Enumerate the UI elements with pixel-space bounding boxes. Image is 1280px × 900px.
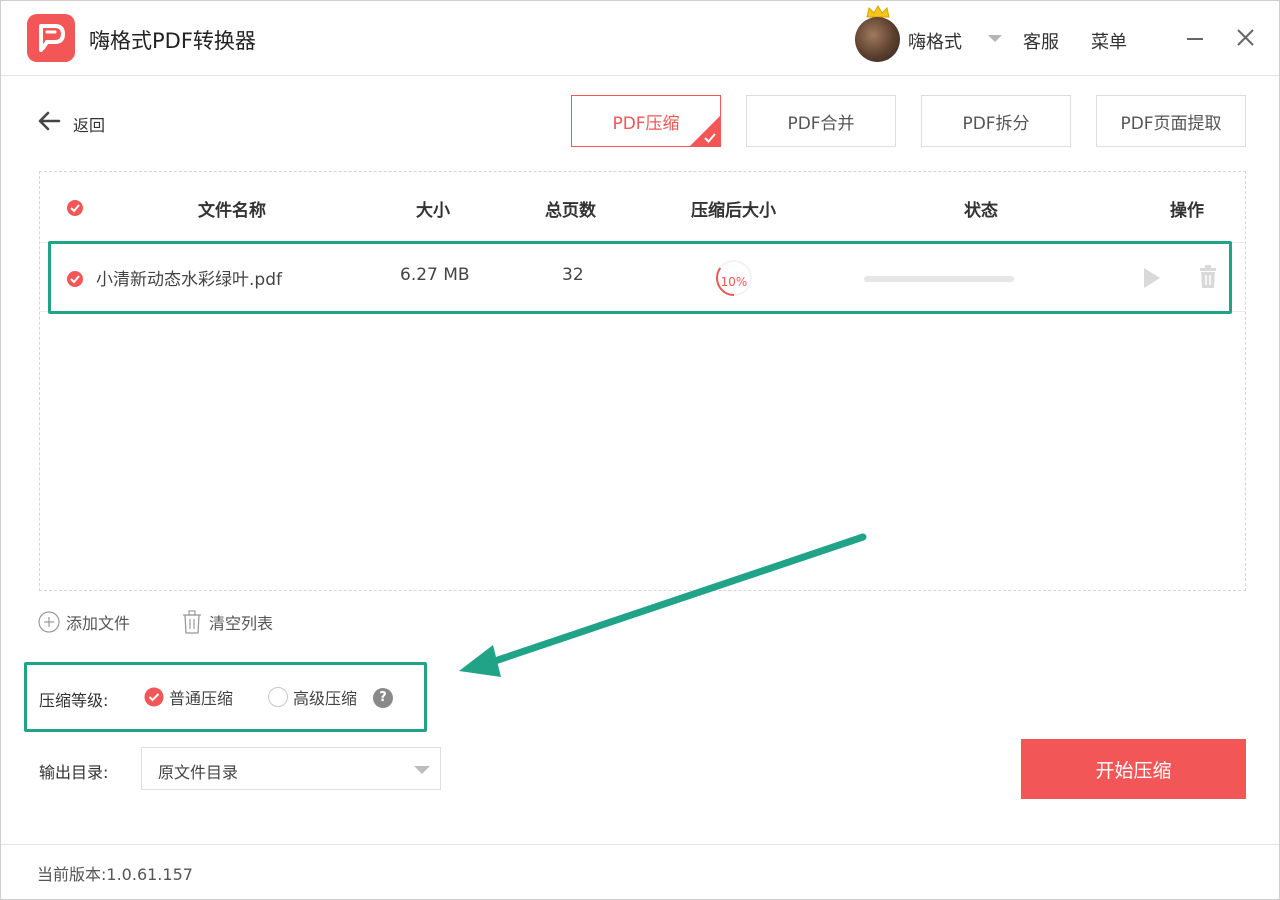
version-label: 当前版本: bbox=[37, 865, 107, 884]
add-file-label: 添加文件 bbox=[66, 614, 131, 633]
version-text: 当前版本:1.0.61.157 bbox=[37, 861, 193, 885]
column-header-actions: 操作 bbox=[1170, 201, 1204, 221]
tab-label: PDF压缩 bbox=[612, 113, 680, 134]
trash-outline-icon bbox=[183, 610, 201, 634]
back-label: 返回 bbox=[73, 116, 106, 135]
add-file-button[interactable]: 添加文件 bbox=[38, 609, 130, 635]
column-header-size: 大小 bbox=[416, 201, 450, 221]
output-dir-value: 原文件目录 bbox=[158, 763, 239, 782]
minimize-icon[interactable] bbox=[1181, 23, 1211, 53]
avatar[interactable] bbox=[855, 17, 900, 62]
title-bar: 嗨格式PDF转换器 嗨格式 客服 菜单 bbox=[1, 1, 1279, 76]
compression-highlight-box bbox=[24, 662, 427, 732]
column-header-filename: 文件名称 bbox=[198, 201, 266, 221]
version-number: 1.0.61.157 bbox=[106, 865, 193, 884]
close-icon[interactable] bbox=[1231, 23, 1261, 53]
tab-label: PDF合并 bbox=[787, 113, 855, 134]
start-compress-button[interactable]: 开始压缩 bbox=[1021, 739, 1246, 799]
footer: 当前版本:1.0.61.157 bbox=[1, 844, 1279, 900]
column-header-pages: 总页数 bbox=[545, 201, 596, 221]
clear-list-button[interactable]: 清空列表 bbox=[181, 609, 273, 635]
app-window: 嗨格式PDF转换器 嗨格式 客服 菜单 返回 PDF压缩 PDF合并 PDF拆分… bbox=[0, 0, 1280, 900]
add-circle-icon bbox=[38, 611, 60, 633]
output-dir-select[interactable]: 原文件目录 bbox=[141, 747, 441, 790]
tab-pdf-page-extract[interactable]: PDF页面提取 bbox=[1096, 95, 1246, 147]
arrow-left-icon bbox=[38, 111, 61, 131]
file-list: 文件名称 大小 总页数 压缩后大小 状态 操作 小清新动态水彩绿叶.pdf 6.… bbox=[39, 171, 1246, 591]
tab-pdf-merge[interactable]: PDF合并 bbox=[746, 95, 896, 147]
clear-list-label: 清空列表 bbox=[209, 614, 274, 633]
tab-pdf-compress[interactable]: PDF压缩 bbox=[571, 95, 721, 147]
column-header-compressed-size: 压缩后大小 bbox=[691, 201, 776, 221]
output-dir-label: 输出目录: bbox=[39, 763, 109, 782]
menu-link[interactable]: 菜单 bbox=[1091, 28, 1127, 54]
row-highlight-box bbox=[48, 241, 1232, 314]
customer-service-link[interactable]: 客服 bbox=[1023, 28, 1059, 54]
tab-pdf-split[interactable]: PDF拆分 bbox=[921, 95, 1071, 147]
app-logo-icon bbox=[27, 14, 75, 62]
username[interactable]: 嗨格式 bbox=[908, 28, 962, 54]
column-header-status: 状态 bbox=[964, 201, 998, 221]
app-title: 嗨格式PDF转换器 bbox=[89, 29, 256, 53]
user-dropdown-caret-icon[interactable] bbox=[988, 35, 1002, 42]
tab-label: PDF拆分 bbox=[962, 113, 1030, 134]
select-all-checkbox[interactable] bbox=[66, 199, 84, 217]
chevron-down-icon bbox=[414, 766, 430, 774]
tab-label: PDF页面提取 bbox=[1120, 113, 1222, 134]
check-icon bbox=[704, 133, 716, 143]
